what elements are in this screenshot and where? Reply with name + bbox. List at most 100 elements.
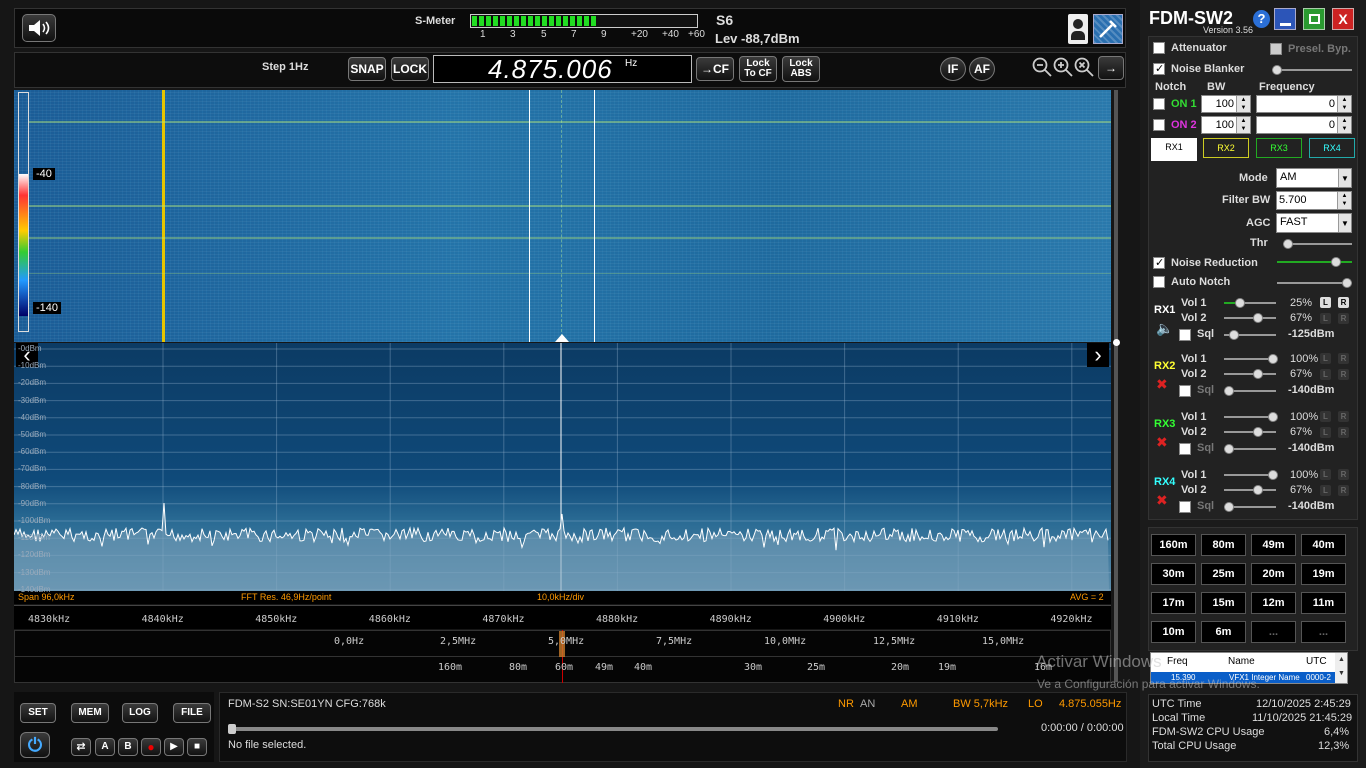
squelch-checkbox[interactable] — [1179, 501, 1191, 513]
memlist-header-utc[interactable]: UTC — [1306, 656, 1327, 667]
auto-notch-knob[interactable] — [1342, 278, 1352, 288]
log-button[interactable]: LOG — [122, 703, 158, 723]
notch1-freq[interactable]: 0 ▲ ▼ — [1256, 95, 1352, 113]
to-cf-button[interactable]: → CF — [696, 57, 734, 81]
band-button-...[interactable]: ... — [1251, 621, 1296, 643]
vol2-slider[interactable] — [1224, 427, 1276, 437]
left-channel-button[interactable]: L — [1320, 469, 1331, 480]
vol1-slider[interactable] — [1224, 298, 1276, 308]
band-button-160m[interactable]: 160m — [1151, 534, 1196, 556]
sql-slider[interactable] — [1224, 386, 1276, 396]
lock-abs-button[interactable]: Lock ABS — [782, 56, 820, 82]
play-button[interactable]: ▶ — [164, 738, 184, 756]
notch1-bw[interactable]: 100 ▲ ▼ — [1201, 95, 1251, 113]
memlist-scrollbar[interactable]: ▲ ▼ — [1335, 653, 1347, 683]
close-button[interactable]: X — [1332, 8, 1354, 30]
sql-slider[interactable] — [1224, 444, 1276, 454]
notch1-freq-spinner[interactable]: ▲ ▼ — [1337, 96, 1351, 112]
memlist-header-name[interactable]: Name — [1228, 656, 1255, 667]
noise-blanker-knob[interactable] — [1272, 65, 1282, 75]
left-channel-button[interactable]: L — [1320, 485, 1331, 496]
sql-knob[interactable] — [1224, 386, 1234, 396]
maximize-button[interactable] — [1303, 8, 1325, 30]
thr-slider[interactable] — [1283, 239, 1352, 249]
squelch-checkbox[interactable] — [1179, 385, 1191, 397]
zoom-in-icon[interactable] — [1052, 56, 1074, 78]
file-button[interactable]: FILE — [173, 703, 211, 723]
vol1-knob[interactable] — [1268, 470, 1278, 480]
left-channel-button[interactable]: L — [1320, 411, 1331, 422]
left-channel-button[interactable]: L — [1320, 353, 1331, 364]
noise-blanker-checkbox[interactable] — [1153, 62, 1165, 75]
band-button-17m[interactable]: 17m — [1151, 592, 1196, 614]
set-button[interactable]: SET — [20, 703, 56, 723]
step-label[interactable]: Step 1Hz — [262, 61, 308, 73]
settings-tool-icon[interactable] — [1093, 14, 1123, 44]
left-channel-button[interactable]: L — [1320, 313, 1331, 324]
band-button-30m[interactable]: 30m — [1151, 563, 1196, 585]
auto-notch-checkbox[interactable] — [1153, 276, 1165, 288]
vol1-knob[interactable] — [1268, 412, 1278, 422]
speaker-muted-icon[interactable]: ✖ — [1156, 492, 1168, 509]
attenuator-checkbox[interactable] — [1153, 42, 1165, 54]
power-button[interactable]: ⏻ — [20, 732, 50, 758]
af-button[interactable]: AF — [969, 57, 995, 81]
notch2-bw-spinner[interactable]: ▲ ▼ — [1236, 117, 1250, 133]
mem-button[interactable]: MEM — [71, 703, 109, 723]
notch1-checkbox[interactable] — [1153, 98, 1165, 110]
speaker-muted-icon[interactable]: ✖ — [1156, 434, 1168, 451]
noise-reduction-checkbox[interactable] — [1153, 256, 1165, 269]
vertical-splitter[interactable] — [1114, 90, 1118, 682]
help-button[interactable]: ? — [1253, 10, 1270, 28]
sql-slider[interactable] — [1224, 502, 1276, 512]
thr-knob[interactable] — [1283, 239, 1293, 249]
sql-knob[interactable] — [1229, 330, 1239, 340]
band-button-6m[interactable]: 6m — [1201, 621, 1246, 643]
speaker-muted-icon[interactable]: ✖ — [1156, 376, 1168, 393]
left-channel-button[interactable]: L — [1320, 297, 1331, 308]
notch2-freq[interactable]: 0 ▲ ▼ — [1256, 116, 1352, 134]
band-button-20m[interactable]: 20m — [1251, 563, 1296, 585]
band-button-15m[interactable]: 15m — [1201, 592, 1246, 614]
band-button-49m[interactable]: 49m — [1251, 534, 1296, 556]
vol2-slider[interactable] — [1224, 485, 1276, 495]
auto-notch-slider[interactable] — [1277, 278, 1352, 288]
filter-bw-input[interactable]: 5.700 ▲ ▼ — [1276, 191, 1352, 210]
lock-to-cf-button[interactable]: Lock To CF — [739, 56, 777, 82]
notch2-checkbox[interactable] — [1153, 119, 1165, 131]
filter-edge-right[interactable] — [594, 90, 595, 342]
zoom-reset-icon[interactable] — [1073, 56, 1095, 78]
vol2-knob[interactable] — [1253, 313, 1263, 323]
vol2-knob[interactable] — [1253, 369, 1263, 379]
vol1-slider[interactable] — [1224, 470, 1278, 480]
vol2-knob[interactable] — [1253, 485, 1263, 495]
record-button[interactable]: ● — [141, 738, 161, 756]
right-channel-button[interactable]: R — [1338, 469, 1349, 480]
band-button-12m[interactable]: 12m — [1251, 592, 1296, 614]
speaker-icon[interactable]: 🔈 — [1156, 320, 1173, 337]
vol1-slider[interactable] — [1224, 412, 1278, 422]
b-button[interactable]: B — [118, 738, 138, 756]
profile-icon[interactable] — [1068, 14, 1088, 44]
vol1-knob[interactable] — [1235, 298, 1245, 308]
right-channel-button[interactable]: R — [1338, 485, 1349, 496]
left-channel-button[interactable]: L — [1320, 427, 1331, 438]
band-button-40m[interactable]: 40m — [1301, 534, 1346, 556]
right-channel-button[interactable]: R — [1338, 411, 1349, 422]
tab-rx1[interactable]: RX1 — [1151, 138, 1197, 158]
band-button-19m[interactable]: 19m — [1301, 563, 1346, 585]
playback-slider[interactable] — [228, 724, 998, 734]
if-button[interactable]: IF — [940, 57, 966, 81]
waterfall[interactable] — [14, 90, 1111, 342]
a-button[interactable]: A — [95, 738, 115, 756]
notch1-bw-spinner[interactable]: ▲ ▼ — [1236, 96, 1250, 112]
noise-reduction-knob[interactable] — [1331, 257, 1341, 267]
notch2-bw[interactable]: 100 ▲ ▼ — [1201, 116, 1251, 134]
memlist-header-freq[interactable]: Freq — [1167, 656, 1188, 667]
squelch-checkbox[interactable] — [1179, 329, 1191, 341]
tab-rx4[interactable]: RX4 — [1309, 138, 1355, 158]
band-button-10m[interactable]: 10m — [1151, 621, 1196, 643]
agc-select[interactable]: FAST ▼ — [1276, 213, 1352, 233]
squelch-checkbox[interactable] — [1179, 443, 1191, 455]
left-channel-button[interactable]: L — [1320, 369, 1331, 380]
